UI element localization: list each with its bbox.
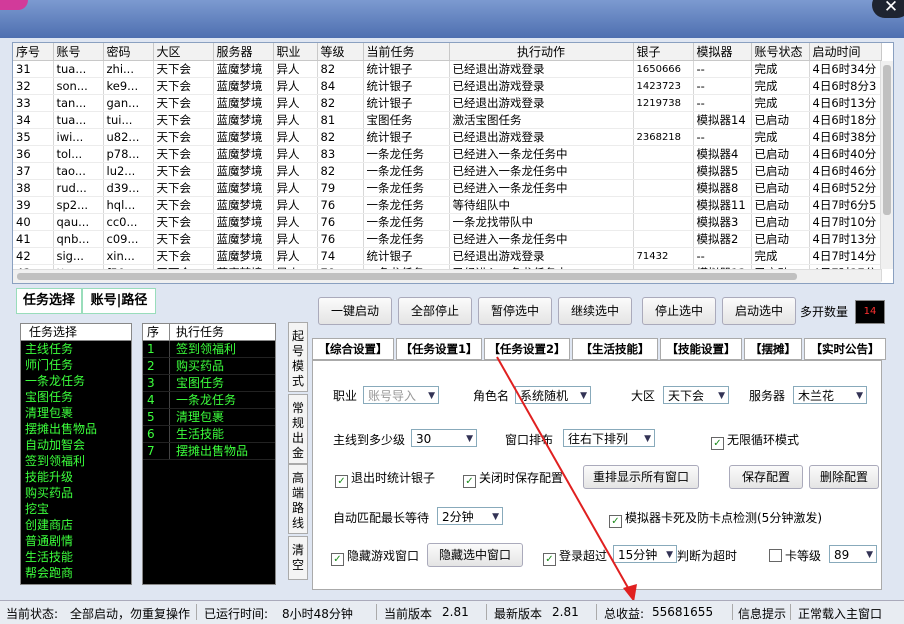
annotation-arrow [496,356,637,602]
version-label: 当前版本 [384,607,433,621]
info-value: 正常载入主窗口 [798,607,883,621]
runtime-value: 8小时48分钟 [282,607,353,621]
status-current-label: 当前状态: [6,607,59,621]
runtime-label: 已运行时间: [204,607,269,621]
income-value: 55681655 [652,605,714,619]
status-current-value: 全部启动，勿重复操作 [70,607,191,621]
main-window: ✕ 序号 账号 密码 大区 服务器 职业 等级 当前任务 执行动作 银子 模拟器 账号状态 启动时间 3… [0,0,904,624]
latest-version-label: 最新版本 [494,607,543,621]
latest-version-value: 2.81 [552,605,579,619]
version-value: 2.81 [442,605,469,619]
status-bar: 当前状态: 全部启动，勿重复操作 已运行时间: 8小时48分钟 当前版本 2.8… [0,600,904,624]
income-label: 总收益: [604,607,645,621]
info-label: 信息提示 [738,607,787,621]
